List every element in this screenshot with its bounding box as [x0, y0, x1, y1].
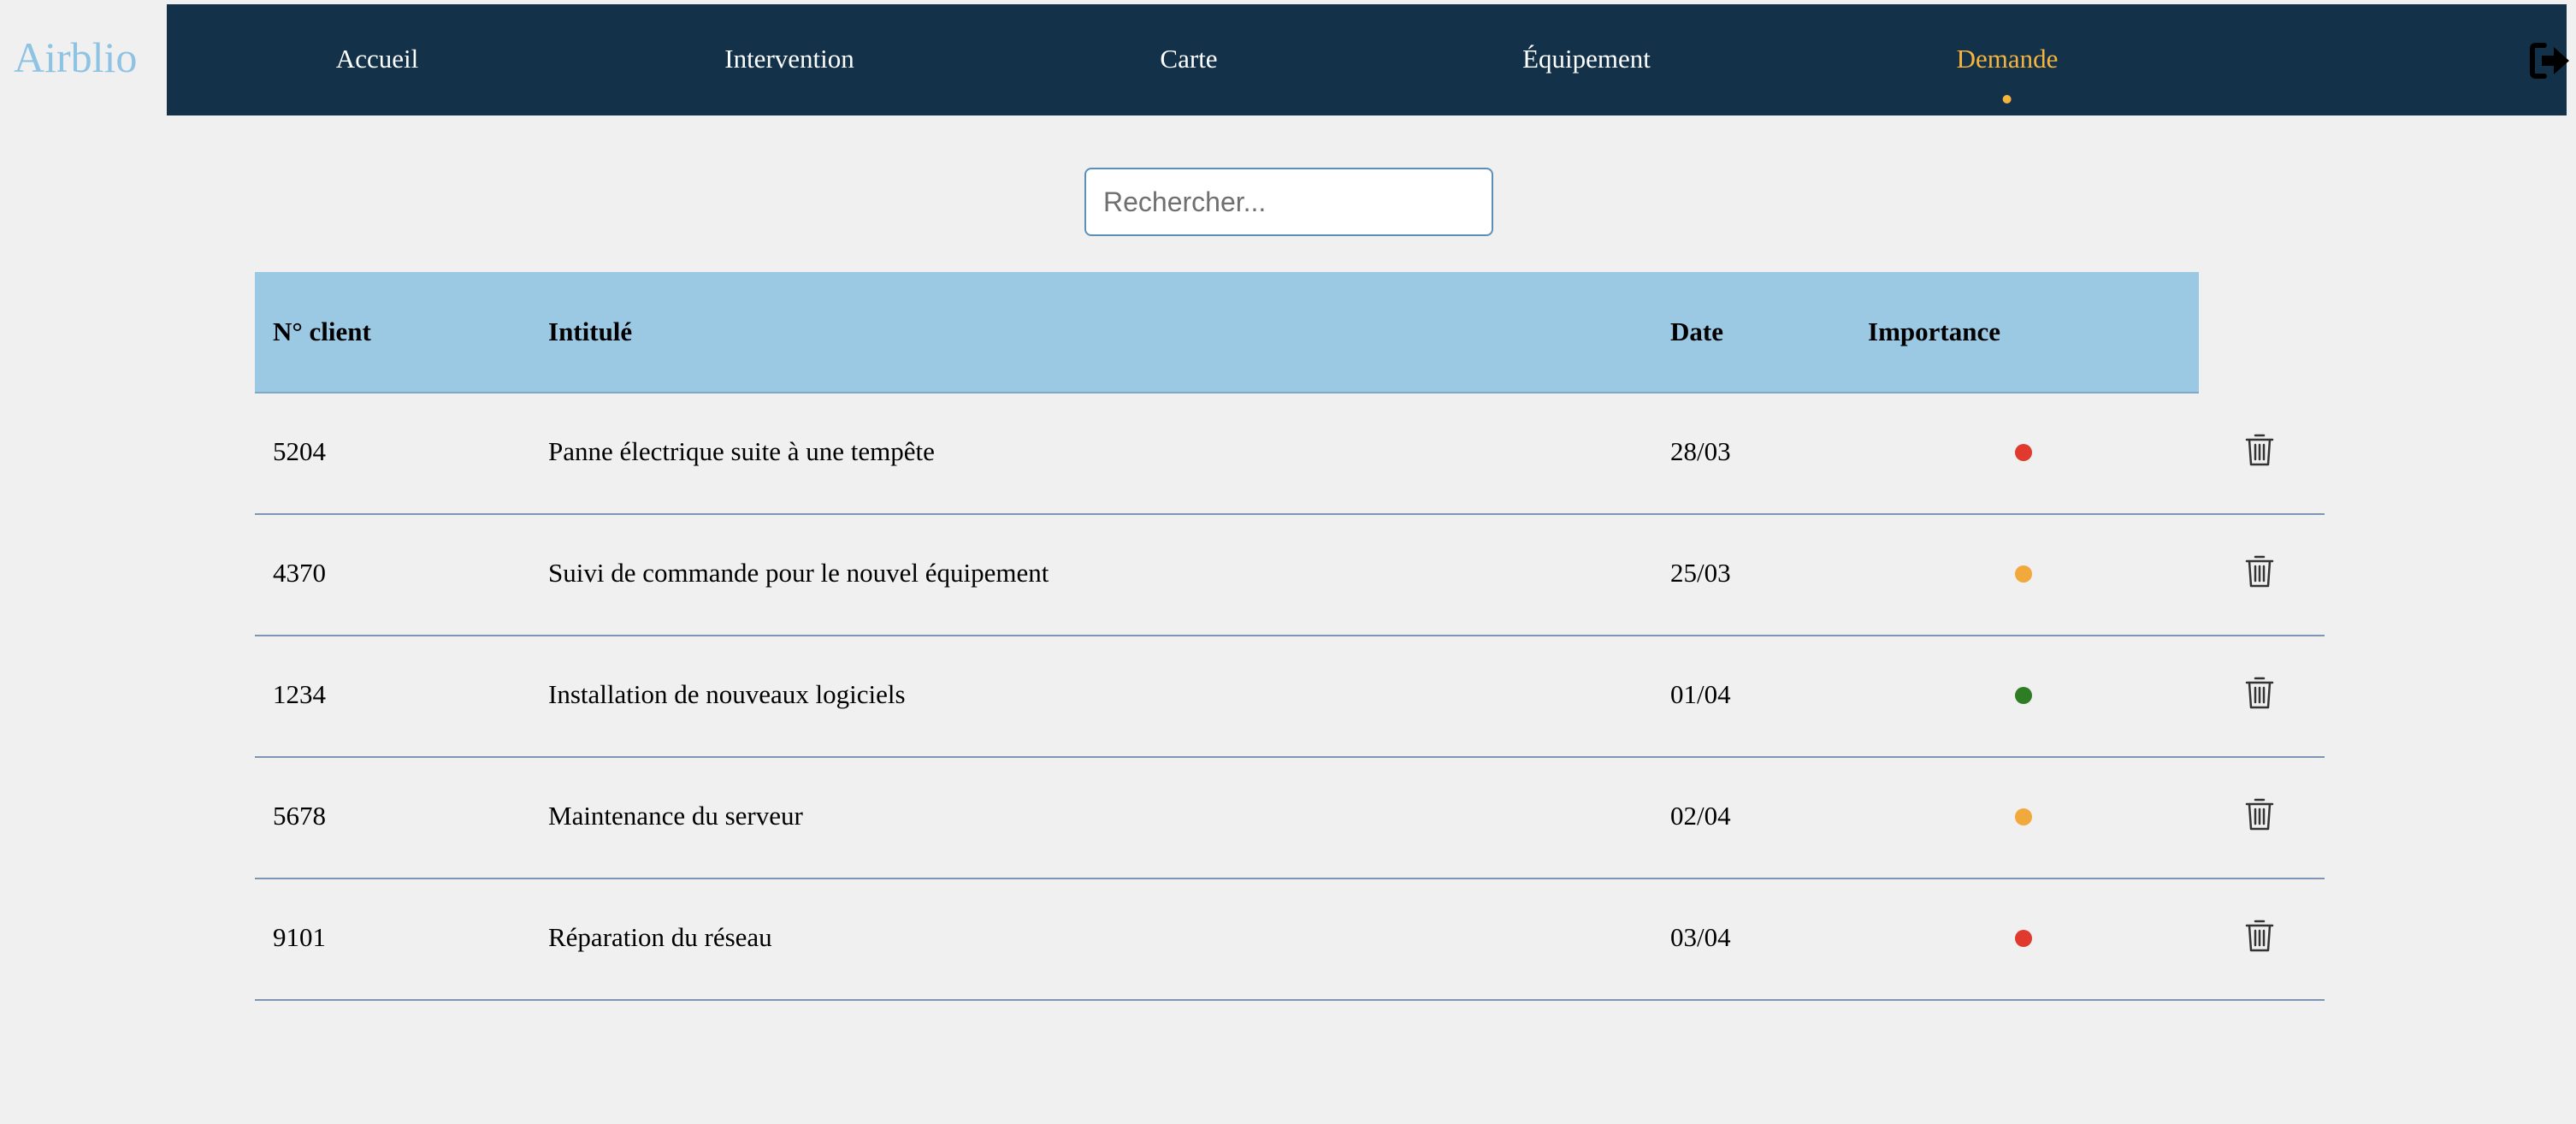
trash-icon[interactable]	[2245, 433, 2274, 467]
cell-date: 02/04	[1670, 801, 1731, 831]
column-header-client[interactable]: N° client	[273, 316, 371, 347]
nav-item-demande-label: Demande	[1956, 44, 2059, 74]
search-input[interactable]	[1084, 168, 1493, 236]
importance-low-dot	[2015, 687, 2032, 704]
table-header: N° client Intitulé Date Importance	[255, 272, 2199, 393]
table-row[interactable]: 5678 Maintenance du serveur 02/04	[255, 756, 2325, 879]
cell-client: 5204	[273, 436, 326, 466]
cell-title: Installation de nouveaux logiciels	[548, 679, 906, 709]
cell-title: Suivi de commande pour le nouvel équipem…	[548, 558, 1049, 588]
app-logo[interactable]: Airblio	[14, 27, 137, 87]
table-row[interactable]: 4370 Suivi de commande pour le nouvel éq…	[255, 513, 2325, 636]
cell-date: 03/04	[1670, 922, 1731, 952]
table-row[interactable]: 5204 Panne électrique suite à une tempêt…	[255, 392, 2325, 515]
nav-item-equipement[interactable]: Équipement	[1522, 44, 1651, 74]
trash-icon[interactable]	[2245, 919, 2274, 953]
table-row[interactable]: 9101 Réparation du réseau 03/04	[255, 878, 2325, 1001]
cell-title: Panne électrique suite à une tempête	[548, 436, 935, 466]
column-header-date[interactable]: Date	[1670, 316, 1723, 347]
trash-icon[interactable]	[2245, 676, 2274, 710]
nav-item-accueil[interactable]: Accueil	[336, 44, 418, 74]
column-header-title[interactable]: Intitulé	[548, 316, 632, 347]
importance-medium-dot	[2015, 808, 2032, 825]
trash-icon[interactable]	[2245, 797, 2274, 831]
cell-client: 4370	[273, 558, 326, 588]
cell-client: 5678	[273, 801, 326, 831]
top-navbar: Accueil Intervention Carte Équipement De…	[167, 4, 2569, 115]
active-indicator-dot	[2003, 95, 2012, 104]
cell-client: 9101	[273, 922, 326, 952]
nav-item-intervention[interactable]: Intervention	[724, 44, 854, 74]
cell-date: 28/03	[1670, 436, 1731, 466]
cell-date: 25/03	[1670, 558, 1731, 588]
cell-title: Maintenance du serveur	[548, 801, 803, 831]
importance-high-dot	[2015, 930, 2032, 947]
importance-medium-dot	[2015, 565, 2032, 583]
table-row[interactable]: 1234 Installation de nouveaux logiciels …	[255, 635, 2325, 758]
column-header-importance[interactable]: Importance	[1868, 316, 2000, 347]
nav-item-demande[interactable]: Demande	[1956, 44, 2059, 104]
cell-client: 1234	[273, 679, 326, 709]
trash-icon[interactable]	[2245, 554, 2274, 589]
importance-high-dot	[2015, 444, 2032, 461]
sign-out-icon[interactable]	[2530, 42, 2571, 80]
cell-title: Réparation du réseau	[548, 922, 772, 952]
cell-date: 01/04	[1670, 679, 1731, 709]
nav-item-carte[interactable]: Carte	[1160, 44, 1217, 74]
